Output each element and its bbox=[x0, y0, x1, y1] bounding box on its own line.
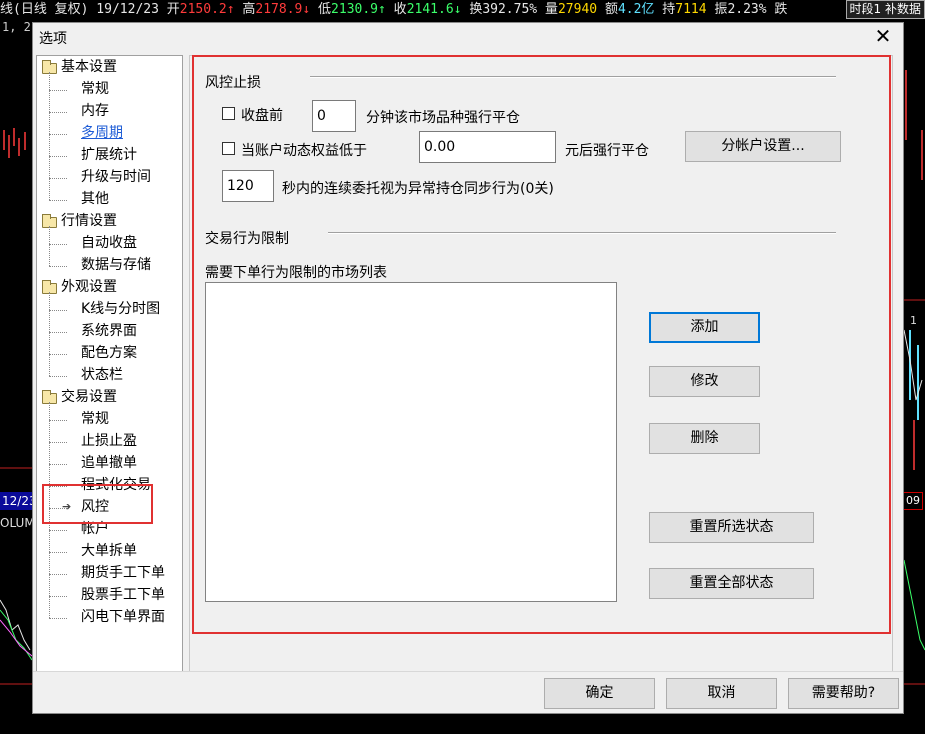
tree-connector-vertical bbox=[49, 72, 50, 200]
tree-connector bbox=[49, 530, 67, 531]
tree-connector bbox=[49, 596, 67, 597]
tree-item-0-4[interactable]: 升级与时间 bbox=[81, 168, 151, 186]
help-button[interactable]: 需要帮助? bbox=[788, 678, 899, 709]
tree-item-3-0[interactable]: 常规 bbox=[81, 410, 109, 428]
tree-group-3[interactable]: 交易设置 bbox=[61, 388, 117, 406]
highlight-box-content bbox=[192, 55, 891, 634]
right-green-line bbox=[903, 559, 925, 651]
tree-connector bbox=[49, 156, 67, 157]
tree-item-0-2[interactable]: 多周期 bbox=[81, 124, 123, 142]
tree-connector-vertical bbox=[49, 226, 50, 266]
tree-group-1[interactable]: 行情设置 bbox=[61, 212, 117, 230]
tree-item-2-1[interactable]: 系统界面 bbox=[81, 322, 137, 340]
tree-item-2-0[interactable]: K线与分时图 bbox=[81, 300, 160, 318]
options-dialog: 选项 ✕ 基本设置 常规 内存 多周期 扩展统计 升级与时间 其他 行情设置 自动收盘 数据与存储… bbox=[32, 22, 904, 714]
tree-connector bbox=[49, 442, 67, 443]
tree-connector bbox=[49, 376, 67, 377]
tree-item-2-3[interactable]: 状态栏 bbox=[81, 366, 123, 384]
dialog-title: 选项 bbox=[39, 31, 67, 47]
tree-item-1-0[interactable]: 自动收盘 bbox=[81, 234, 137, 252]
tree-item-1-1[interactable]: 数据与存储 bbox=[81, 256, 151, 274]
tree-connector bbox=[49, 552, 67, 553]
tree-item-3-2[interactable]: 追单撤单 bbox=[81, 454, 137, 472]
tree-connector bbox=[49, 112, 67, 113]
tree-group-2[interactable]: 外观设置 bbox=[61, 278, 117, 296]
right-red-candles bbox=[905, 70, 923, 470]
tree-connector bbox=[49, 618, 67, 619]
tree-connector bbox=[49, 332, 67, 333]
tree-group-0[interactable]: 基本设置 bbox=[61, 58, 117, 76]
left-magenta-line bbox=[0, 619, 33, 657]
right-candles bbox=[909, 330, 919, 420]
settings-tree: 基本设置 常规 内存 多周期 扩展统计 升级与时间 其他 行情设置 自动收盘 数据与存储 外观设置 K… bbox=[36, 55, 183, 673]
tree-connector bbox=[49, 310, 67, 311]
tree-item-3-6[interactable]: 大单拆单 bbox=[81, 542, 137, 560]
tree-connector bbox=[49, 574, 67, 575]
right-white-line bbox=[903, 329, 923, 401]
highlight-box-tree-item bbox=[42, 484, 153, 524]
tree-connector bbox=[49, 200, 67, 201]
tree-connector bbox=[49, 420, 67, 421]
tree-item-3-7[interactable]: 期货手工下单 bbox=[81, 564, 165, 582]
chart-date-label: 12/23 bbox=[0, 492, 37, 510]
tree-connector bbox=[49, 354, 67, 355]
close-icon[interactable]: ✕ bbox=[873, 25, 893, 47]
tree-item-3-1[interactable]: 止损止盈 bbox=[81, 432, 137, 450]
ok-button[interactable]: 确定 bbox=[544, 678, 655, 709]
tree-connector bbox=[49, 244, 67, 245]
tree-item-0-3[interactable]: 扩展统计 bbox=[81, 146, 137, 164]
tree-item-3-8[interactable]: 股票手工下单 bbox=[81, 586, 165, 604]
tree-item-0-5[interactable]: 其他 bbox=[81, 190, 109, 208]
tree-connector bbox=[49, 178, 67, 179]
tree-connector bbox=[49, 266, 67, 267]
tree-item-0-0[interactable]: 常规 bbox=[81, 80, 109, 98]
tree-connector bbox=[49, 464, 67, 465]
right-axis-value: 09 bbox=[903, 492, 923, 510]
right-chart-label: 1 bbox=[910, 314, 917, 327]
tree-item-2-2[interactable]: 配色方案 bbox=[81, 344, 137, 362]
tree-connector bbox=[49, 134, 67, 135]
tree-connector bbox=[49, 90, 67, 91]
dialog-footer: 确定 取消 需要帮助? bbox=[33, 671, 903, 713]
tree-connector-vertical bbox=[49, 292, 50, 376]
tree-item-3-9[interactable]: 闪电下单界面 bbox=[81, 608, 165, 626]
left-candles bbox=[3, 128, 26, 158]
tree-item-0-1[interactable]: 内存 bbox=[81, 102, 109, 120]
cancel-button[interactable]: 取消 bbox=[666, 678, 777, 709]
